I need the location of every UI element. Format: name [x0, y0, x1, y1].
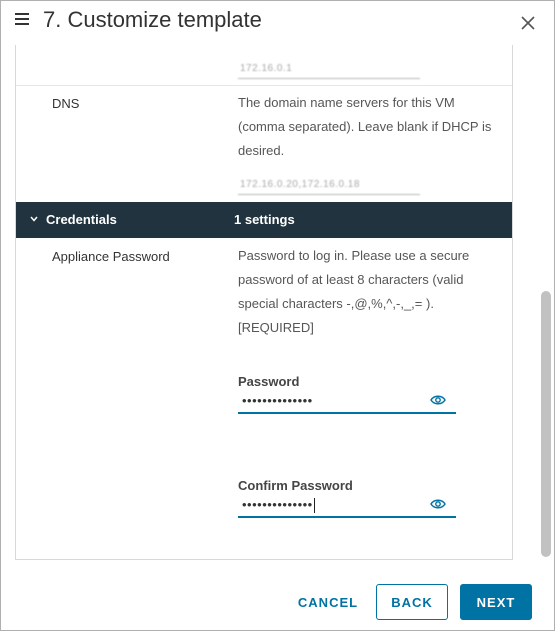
appliance-password-description: Password to log in. Please use a secure …: [238, 248, 470, 335]
template-settings-panel: 172.16.0.1 DNS The domain name servers f…: [15, 45, 513, 560]
eye-icon[interactable]: [430, 498, 446, 510]
dialog-header: 7. Customize template: [1, 1, 554, 45]
dialog-title: 7. Customize template: [43, 7, 262, 32]
eye-icon[interactable]: [430, 394, 446, 406]
chevron-down-icon: [30, 216, 38, 222]
credentials-section-header[interactable]: Credentials 1 settings: [16, 202, 512, 238]
confirm-password-label: Confirm Password: [238, 478, 353, 493]
appliance-password-label: Appliance Password: [52, 249, 170, 264]
hamburger-icon[interactable]: [15, 13, 29, 25]
scrollbar-thumb[interactable]: [541, 291, 551, 557]
password-label: Password: [238, 374, 300, 389]
password-field[interactable]: ••••••••••••••: [238, 390, 456, 414]
section-name: Credentials: [46, 212, 117, 227]
cancel-button[interactable]: CANCEL: [289, 584, 367, 620]
next-button[interactable]: NEXT: [460, 584, 532, 620]
confirm-password-field[interactable]: ••••••••••••••: [238, 494, 456, 518]
dns-label: DNS: [52, 96, 80, 111]
gateway-input[interactable]: 172.16.0.1: [238, 59, 420, 79]
section-settings-count: 1 settings: [234, 212, 295, 227]
confirm-password-value: ••••••••••••••: [242, 497, 315, 514]
back-button[interactable]: BACK: [376, 584, 448, 620]
close-icon[interactable]: [520, 15, 536, 31]
dns-input[interactable]: 172.16.0.20,172.16.0.18: [238, 175, 420, 195]
row-divider: [16, 85, 512, 86]
password-value: ••••••••••••••: [242, 393, 313, 408]
text-cursor: [313, 498, 315, 514]
customize-template-dialog: 7. Customize template 172.16.0.1 DNS The…: [0, 0, 555, 631]
dns-description: The domain name servers for this VM (com…: [238, 95, 492, 158]
